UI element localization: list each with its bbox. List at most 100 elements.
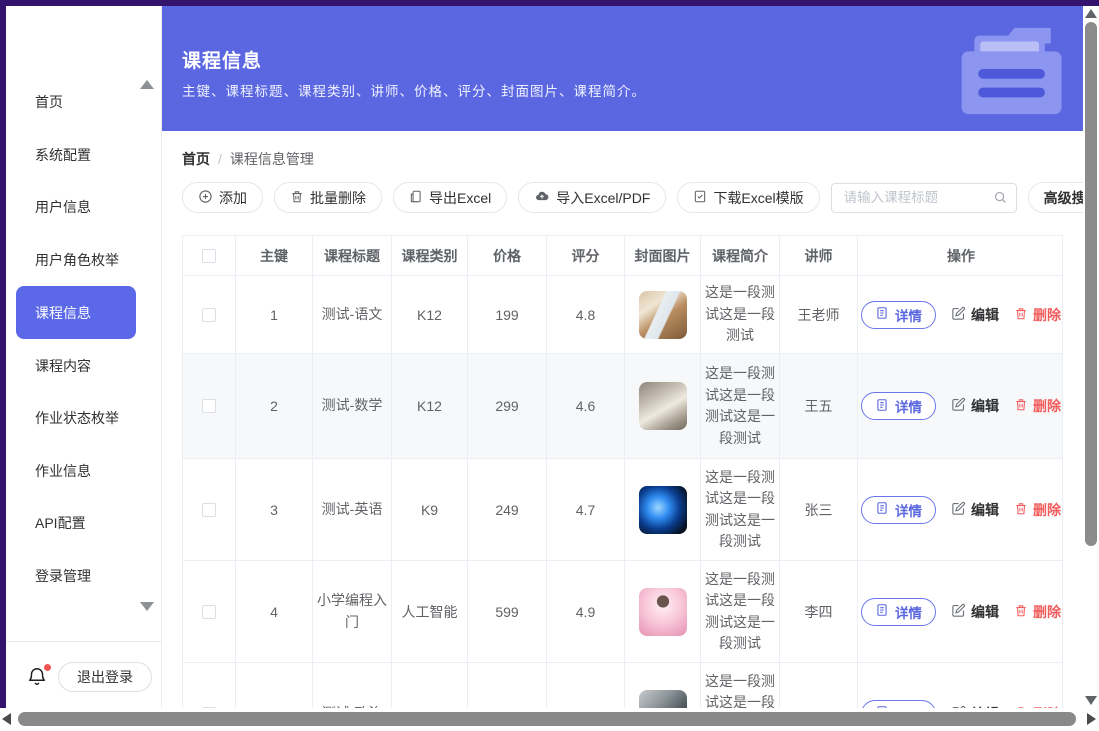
column-header: 讲师	[780, 236, 858, 275]
cell-title: 测试-语文	[313, 276, 392, 353]
page-title: 课程信息	[182, 46, 262, 73]
cell-actions: 详情编辑删除	[858, 459, 1064, 560]
detail-button[interactable]: 详情	[861, 496, 936, 524]
edit-pencil-icon	[951, 603, 966, 621]
breadcrumb-current: 课程信息管理	[230, 149, 314, 169]
cell-id: 2	[236, 354, 313, 458]
detail-button[interactable]: 详情	[861, 301, 936, 329]
detail-button[interactable]: 详情	[861, 392, 936, 420]
table-row: 1测试-语文K121994.8这是一段测试这是一段测试王老师详情编辑删除	[183, 276, 1062, 354]
breadcrumb-home[interactable]: 首页	[182, 149, 210, 169]
sidebar-item-label: 用户信息	[35, 197, 91, 217]
cell-cover	[625, 459, 701, 560]
sidebar-item-label: 首页	[35, 92, 63, 112]
sidebar-item-9[interactable]: 登录管理	[6, 550, 161, 603]
export-doc-icon	[409, 189, 423, 207]
cell-title: 小学编程入门	[313, 561, 392, 662]
cell-intro: 这是一段测试这是一段测试这是一段测试	[701, 561, 780, 662]
page-subtitle: 主键、课程标题、课程类别、讲师、价格、评分、封面图片、课程简介。	[182, 80, 646, 100]
vertical-scrollbar	[1083, 6, 1099, 731]
detail-button[interactable]: 详情	[861, 598, 936, 626]
sidebar-item-0[interactable]: 首页	[6, 76, 161, 129]
scroll-up-arrow-icon[interactable]	[1085, 9, 1097, 18]
horizontal-scrollbar-thumb[interactable]	[18, 712, 1076, 726]
scroll-down-arrow-icon[interactable]	[1085, 696, 1097, 705]
batch-delete-button[interactable]: 批量删除	[274, 182, 382, 213]
cover-image	[639, 382, 687, 430]
sidebar-item-5[interactable]: 课程内容	[6, 339, 161, 392]
document-icon	[875, 603, 889, 620]
cell-price: 249	[468, 459, 547, 560]
sidebar-item-label: 作业信息	[35, 461, 91, 481]
row-select-cell	[183, 276, 236, 353]
sidebar-item-2[interactable]: 用户信息	[6, 181, 161, 234]
edit-button[interactable]: 编辑	[951, 500, 999, 520]
sidebar-item-7[interactable]: 作业信息	[6, 445, 161, 498]
row-checkbox[interactable]	[202, 605, 216, 619]
search-box	[831, 183, 1017, 213]
scroll-right-arrow-icon[interactable]	[1087, 713, 1096, 725]
row-checkbox[interactable]	[202, 308, 216, 322]
cell-title: 测试-数学	[313, 354, 392, 458]
sidebar-item-3[interactable]: 用户角色枚举	[6, 234, 161, 287]
cell-id: 4	[236, 561, 313, 662]
delete-button[interactable]: 删除	[1014, 500, 1061, 520]
edit-pencil-icon	[951, 501, 966, 519]
cell-id: 1	[236, 276, 313, 353]
logout-button[interactable]: 退出登录	[58, 662, 152, 692]
sidebar-item-6[interactable]: 作业状态枚举	[6, 392, 161, 445]
table-row: 4小学编程入门人工智能5994.9这是一段测试这是一段测试这是一段测试李四详情编…	[183, 561, 1062, 663]
cover-image	[639, 291, 687, 339]
trash-icon	[1014, 501, 1028, 519]
cell-cover	[625, 354, 701, 458]
window-frame-top	[0, 0, 1099, 6]
add-button[interactable]: 添加	[182, 182, 263, 213]
export-excel-button[interactable]: 导出Excel	[393, 182, 507, 213]
import-excel-button[interactable]: 导入Excel/PDF	[518, 182, 666, 213]
cell-cover	[625, 276, 701, 353]
trash-icon	[1014, 603, 1028, 621]
sidebar-item-label: 登录管理	[35, 566, 91, 586]
delete-button[interactable]: 删除	[1014, 305, 1061, 325]
column-header: 主键	[236, 236, 313, 275]
sidebar-scroll-down-icon[interactable]	[140, 602, 154, 611]
cell-intro: 这是一段测试这是一段测试这是一段测试	[701, 459, 780, 560]
trash-icon	[1014, 306, 1028, 324]
edit-button[interactable]: 编辑	[951, 602, 999, 622]
select-all-checkbox[interactable]	[202, 249, 216, 263]
cell-teacher: 王老师	[780, 276, 858, 353]
breadcrumb: 首页 / 课程信息管理	[182, 149, 314, 169]
row-checkbox[interactable]	[202, 503, 216, 517]
sidebar-item-8[interactable]: API配置	[6, 497, 161, 550]
document-icon	[875, 398, 889, 415]
row-select-cell	[183, 354, 236, 458]
search-input[interactable]	[831, 183, 1017, 213]
cloud-upload-icon	[534, 189, 550, 206]
delete-button[interactable]: 删除	[1014, 396, 1061, 416]
cover-image	[639, 486, 687, 534]
vertical-scrollbar-thumb[interactable]	[1085, 22, 1097, 546]
sidebar-item-4[interactable]: 课程信息	[16, 286, 136, 339]
doc-check-icon	[693, 189, 707, 207]
column-header: 价格	[468, 236, 547, 275]
cell-score: 4.7	[547, 459, 625, 560]
cell-price: 599	[468, 561, 547, 662]
cell-teacher: 李四	[780, 561, 858, 662]
sidebar-item-1[interactable]: 系统配置	[6, 129, 161, 182]
sidebar-item-label: 课程信息	[35, 303, 91, 323]
cell-teacher: 王五	[780, 354, 858, 458]
sidebar-item-label: API配置	[35, 513, 86, 533]
folder-icon	[917, 20, 1065, 123]
cell-id: 3	[236, 459, 313, 560]
delete-button[interactable]: 删除	[1014, 602, 1061, 622]
scroll-left-arrow-icon[interactable]	[2, 713, 11, 725]
edit-button[interactable]: 编辑	[951, 305, 999, 325]
notification-badge	[44, 664, 51, 671]
trash-icon	[290, 189, 304, 207]
download-template-button[interactable]: 下载Excel模版	[677, 182, 819, 213]
course-table: 主键课程标题课程类别价格评分封面图片课程简介讲师操作1测试-语文K121994.…	[182, 235, 1063, 731]
bell-icon[interactable]	[26, 666, 50, 690]
row-checkbox[interactable]	[202, 399, 216, 413]
column-header: 课程标题	[313, 236, 392, 275]
edit-button[interactable]: 编辑	[951, 396, 999, 416]
